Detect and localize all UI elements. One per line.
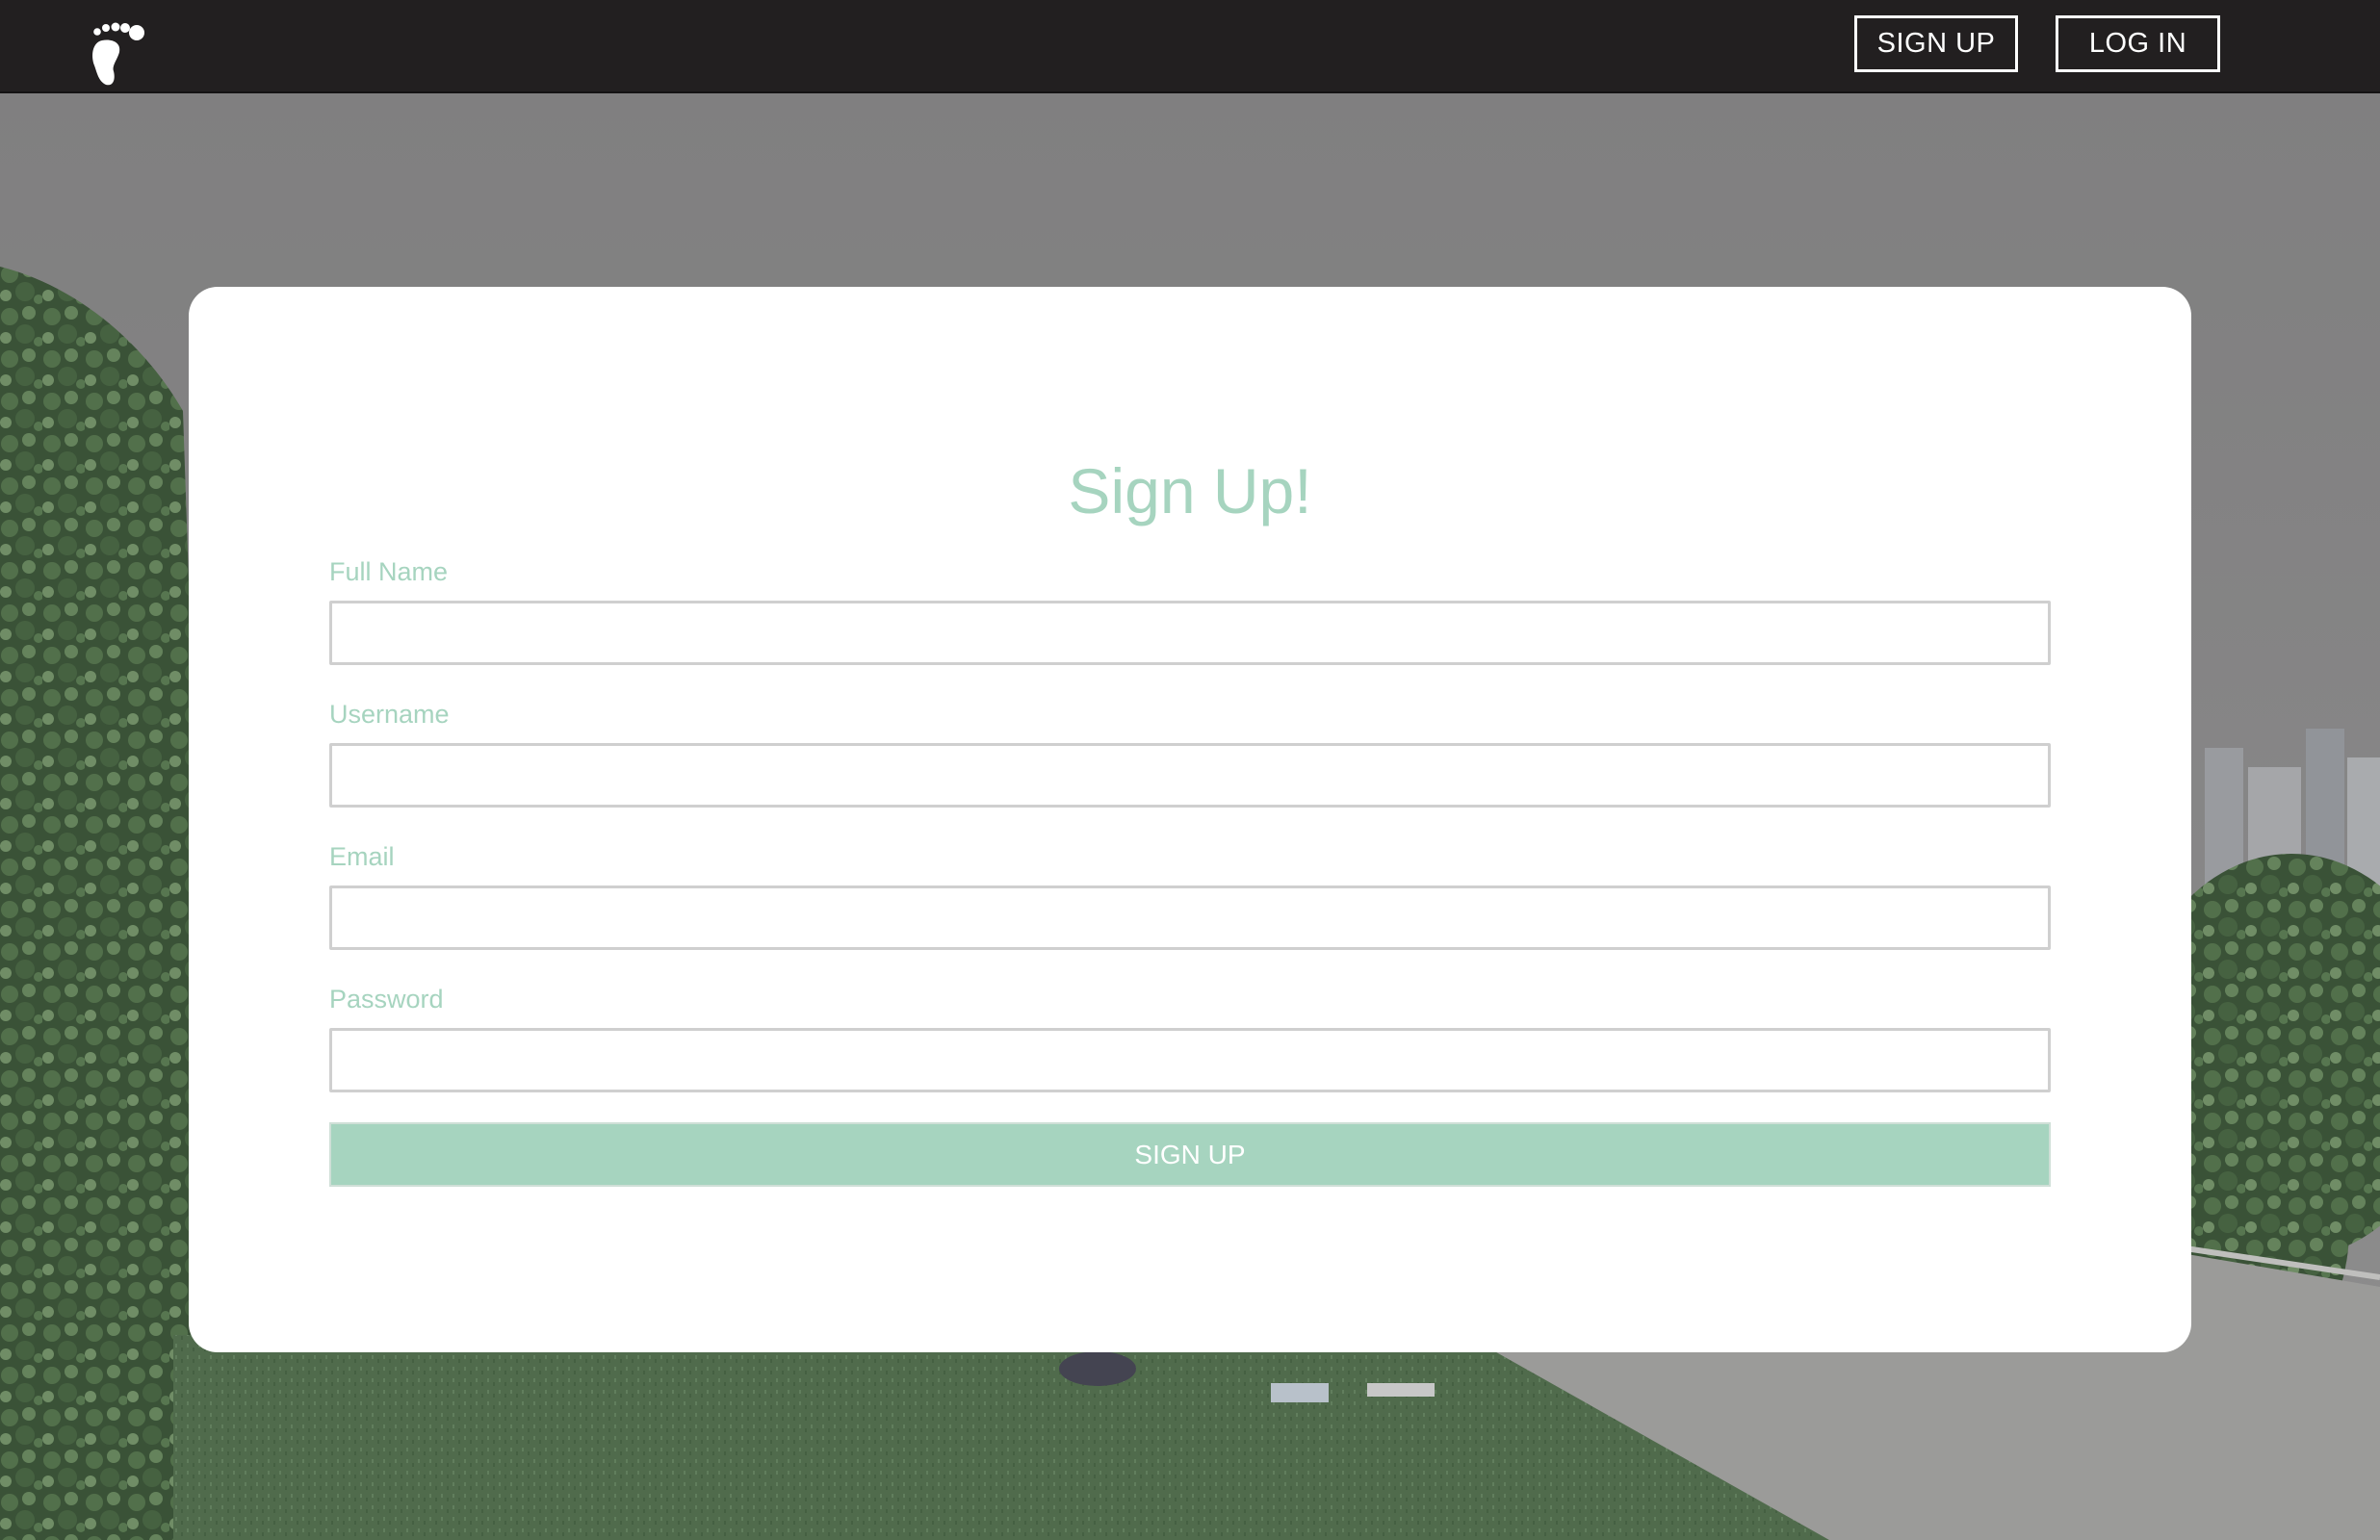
nav-signup-button[interactable]: SIGN UP — [1854, 15, 2018, 72]
signup-card: Sign Up! Full Name Username Email Passwo… — [189, 287, 2191, 1352]
page-title: Sign Up! — [1068, 455, 1312, 526]
top-navbar: SIGN UP LOG IN — [0, 0, 2380, 93]
password-label: Password — [329, 985, 444, 1014]
footprint-icon[interactable] — [89, 21, 146, 89]
username-label: Username — [329, 700, 450, 729]
nav-login-button[interactable]: LOG IN — [2056, 15, 2220, 72]
email-input[interactable] — [329, 886, 2051, 950]
signup-submit-button[interactable]: SIGN UP — [329, 1122, 2051, 1187]
full-name-input[interactable] — [329, 601, 2051, 665]
email-label: Email — [329, 842, 395, 871]
signup-page: SIGN UP LOG IN Sign Up! Full Name Userna… — [0, 0, 2380, 1540]
full-name-label: Full Name — [329, 557, 449, 586]
password-input[interactable] — [329, 1028, 2051, 1092]
username-input[interactable] — [329, 743, 2051, 808]
